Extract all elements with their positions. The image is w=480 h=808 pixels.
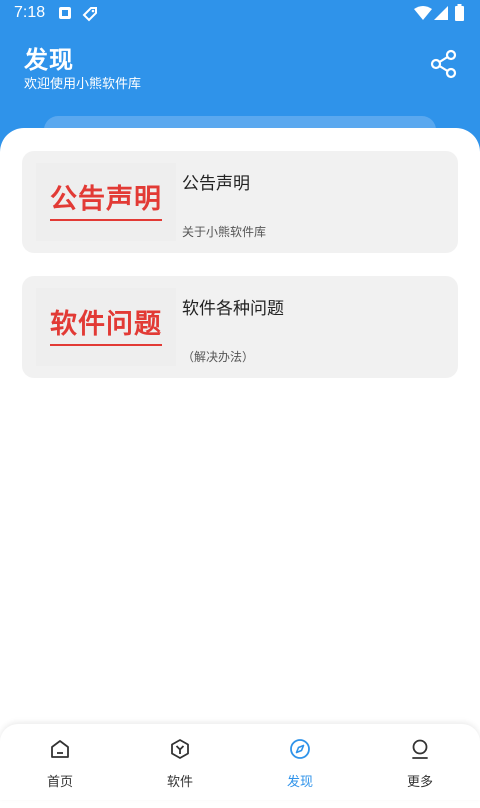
nav-item-home[interactable]: 首页 [0, 724, 120, 800]
apps-icon [171, 739, 189, 759]
bottom-navigation: 首页 软件 发现 更多 [0, 724, 480, 800]
tag-icon [82, 7, 97, 22]
signal-icon [434, 6, 448, 20]
nav-label-software: 软件 [166, 775, 193, 790]
nav-item-discover[interactable]: 发现 [240, 724, 360, 800]
status-time: 7:18 [14, 4, 46, 21]
share-icon [430, 49, 457, 79]
share-button[interactable] [428, 48, 460, 80]
nav-label-discover: 发现 [286, 775, 313, 790]
home-icon [51, 740, 69, 758]
card-description: 关于小熊软件库 [182, 225, 267, 239]
thumbnail-text: 公告声明 [50, 183, 162, 221]
nav-label-home: 首页 [46, 775, 73, 790]
content-sheet: 公告声明 公告声明 关于小熊软件库 软件问题 软件各种问题 （解决办法） [0, 128, 480, 808]
page-title: 发现 [24, 46, 74, 74]
nav-item-more[interactable]: 更多 [360, 724, 480, 800]
page-subtitle: 欢迎使用小熊软件库 [24, 77, 142, 92]
nav-label-more: 更多 [406, 775, 433, 790]
card-announcement[interactable]: 公告声明 公告声明 关于小熊软件库 [22, 151, 458, 253]
card-description: （解决办法） [182, 350, 255, 364]
nav-item-software[interactable]: 软件 [120, 724, 240, 800]
card-software-issues[interactable]: 软件问题 软件各种问题 （解决办法） [22, 276, 458, 378]
card-title: 公告声明 [182, 174, 250, 194]
card-title: 软件各种问题 [182, 299, 284, 319]
profile-icon [412, 739, 428, 759]
battery-icon [455, 4, 464, 21]
thumbnail-text: 软件问题 [50, 308, 162, 346]
card-thumbnail: 公告声明 [36, 163, 176, 241]
notification-app-icon [59, 7, 71, 19]
wifi-icon [414, 6, 432, 20]
compass-icon [290, 739, 310, 759]
card-thumbnail: 软件问题 [36, 288, 176, 366]
status-bar: 7:18 [0, 0, 480, 28]
